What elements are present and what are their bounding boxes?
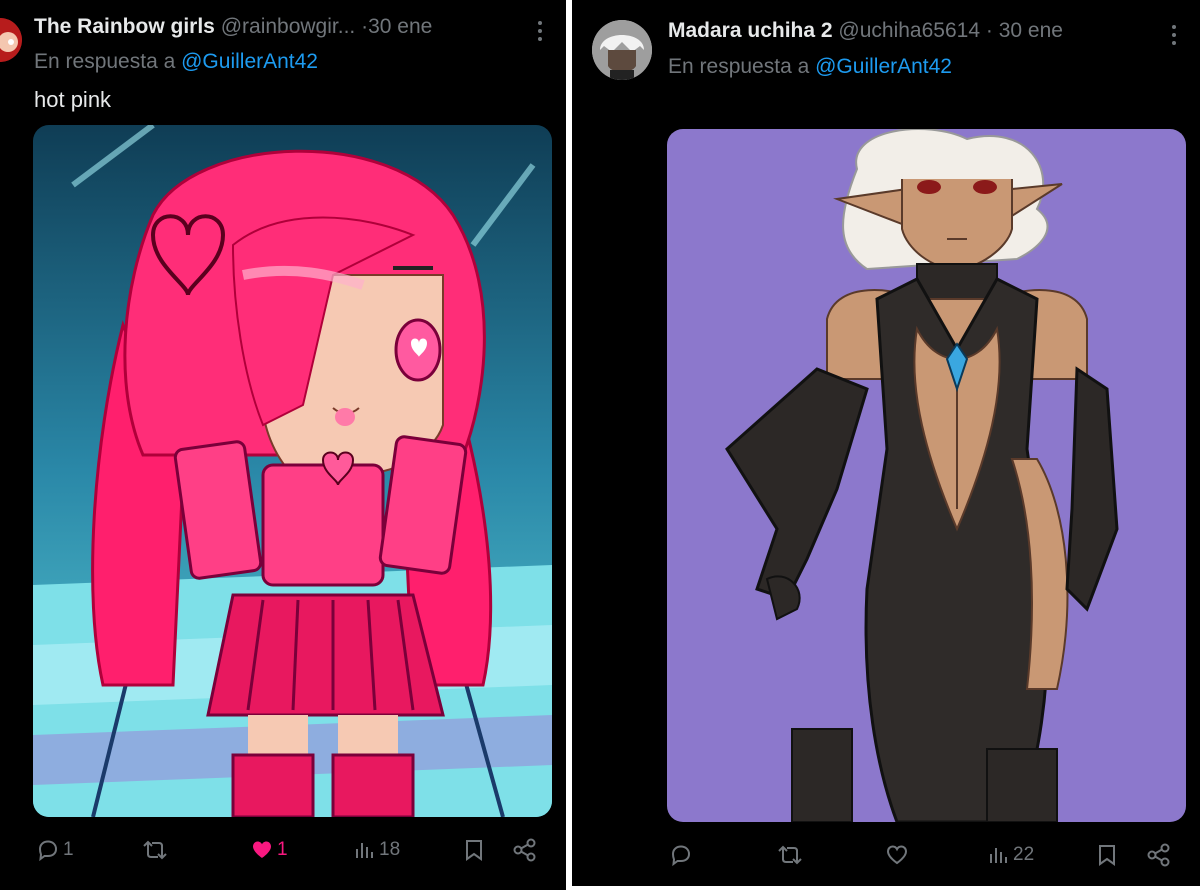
handle[interactable]: @uchiha65614 [838, 19, 980, 42]
handle[interactable]: @rainbowgir... [221, 15, 356, 38]
tweet-header: Madara uchiha 2 @uchiha65614 · 30 ene [668, 17, 1063, 45]
display-name[interactable]: The Rainbow girls [34, 15, 215, 38]
retweet-icon [778, 845, 802, 865]
views-icon [990, 848, 1007, 863]
reply-prefix: En respuesta a [668, 55, 810, 78]
like-icon [253, 841, 271, 858]
tweet-date[interactable]: 30 ene [368, 15, 432, 38]
reply-icon [38, 840, 58, 862]
reply-count: 1 [63, 839, 74, 860]
reply-context: En respuesta a @GuillerAnt42 [34, 48, 318, 76]
reply-context: En respuesta a @GuillerAnt42 [668, 53, 952, 81]
tweet-text: hot pink [34, 87, 112, 112]
tweet-header: The Rainbow girls @rainbowgir... ·30 ene [34, 13, 432, 41]
retweet-button[interactable] [777, 843, 806, 867]
tweet-rainbow-girls[interactable]: The Rainbow girls @rainbowgir... ·30 ene… [0, 0, 566, 890]
reply-icon [671, 845, 691, 867]
reply-prefix: En respuesta a [34, 50, 176, 73]
avatar[interactable] [0, 18, 22, 62]
views-icon [356, 843, 373, 858]
bookmark-icon[interactable] [463, 838, 485, 862]
tweet-madara-uchiha[interactable]: Madara uchiha 2 @uchiha65614 · 30 ene En… [572, 0, 1200, 886]
like-icon [886, 845, 908, 865]
display-name[interactable]: Madara uchiha 2 [668, 19, 833, 42]
share-icon[interactable] [1146, 843, 1172, 867]
reply-button[interactable]: 1 [36, 838, 74, 862]
share-icon[interactable] [512, 838, 538, 862]
avatar[interactable] [592, 20, 652, 80]
separator: · [985, 19, 993, 42]
tweet-image-pink-character[interactable] [33, 125, 552, 817]
more-icon[interactable] [536, 20, 544, 42]
like-button[interactable] [885, 843, 912, 867]
tweet-image-dark-elf-character[interactable] [667, 129, 1186, 822]
like-count: 1 [277, 839, 288, 860]
reply-mention[interactable]: @GuillerAnt42 [815, 55, 952, 78]
retweet-icon [143, 840, 167, 860]
like-button[interactable]: 1 [250, 838, 288, 862]
views-button[interactable]: 22 [988, 843, 1034, 867]
views-count: 18 [379, 839, 401, 860]
reply-button[interactable] [669, 843, 696, 867]
retweet-button[interactable] [142, 838, 171, 862]
views-count: 22 [1013, 844, 1035, 865]
tweet-date[interactable]: 30 ene [999, 19, 1063, 42]
bookmark-icon[interactable] [1096, 843, 1118, 867]
reply-mention[interactable]: @GuillerAnt42 [181, 50, 318, 73]
views-button[interactable]: 18 [354, 838, 400, 862]
more-icon[interactable] [1170, 24, 1178, 46]
